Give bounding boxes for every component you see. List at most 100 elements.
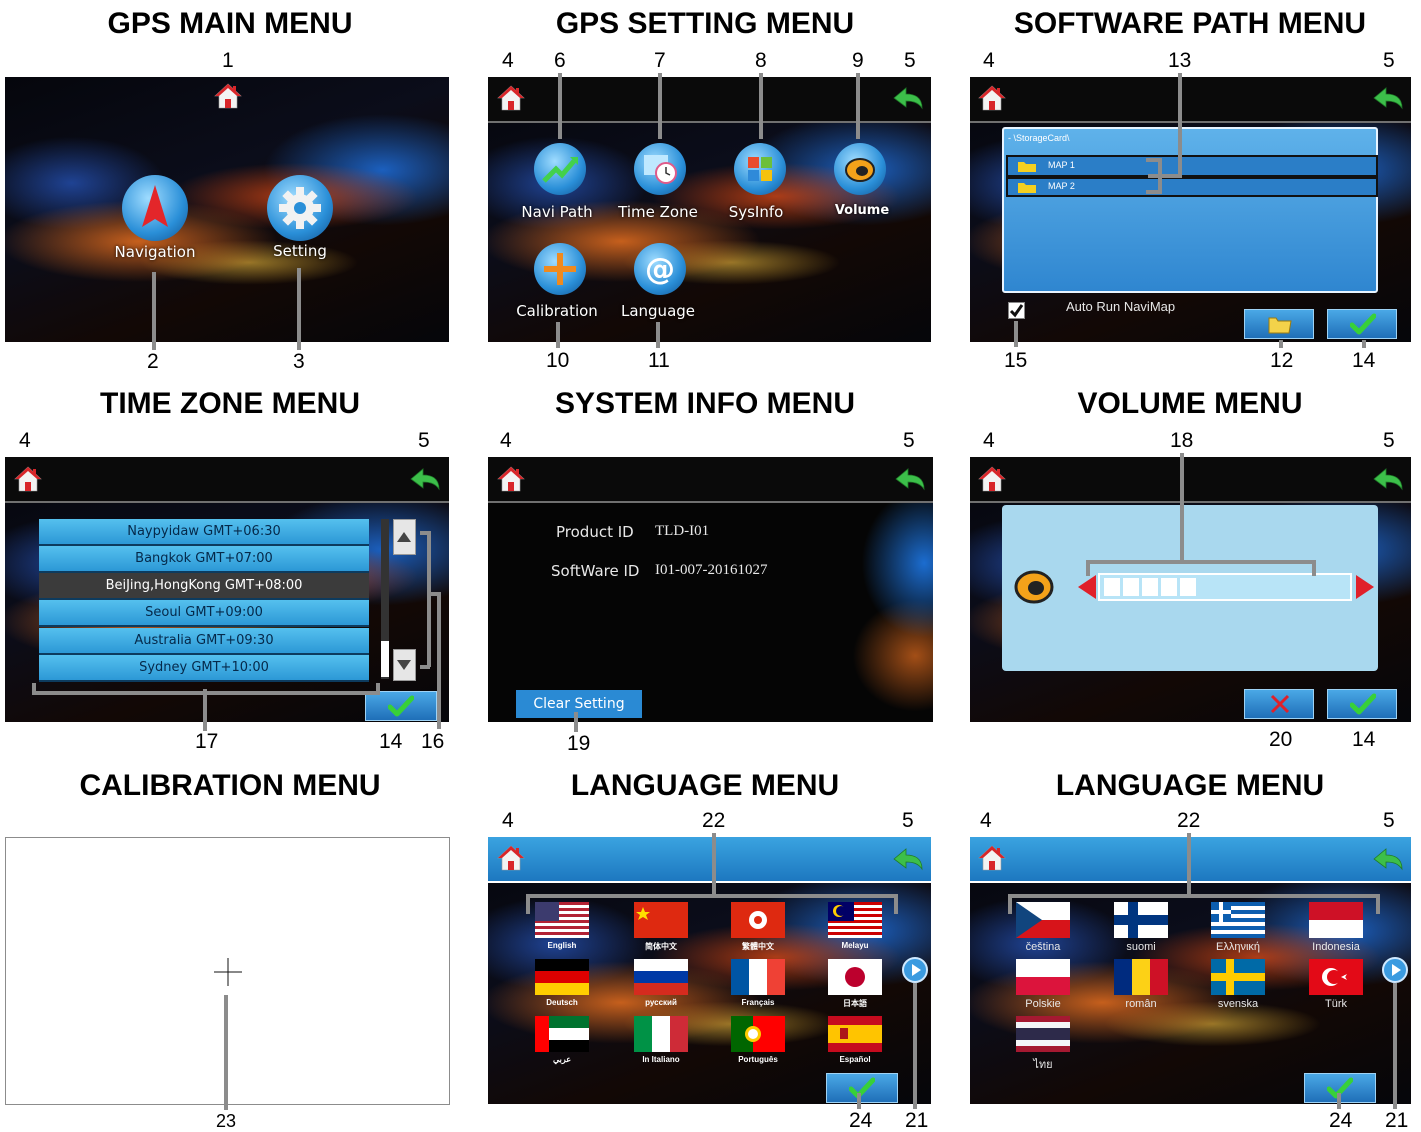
time-zone-button[interactable] — [634, 143, 686, 195]
language-label: Deutsch — [546, 998, 578, 1007]
leader-line — [857, 1093, 861, 1109]
home-icon[interactable] — [978, 84, 1006, 112]
sysinfo-label: SysInfo — [728, 203, 784, 221]
header-bar — [488, 77, 931, 123]
callout-8: 8 — [755, 49, 767, 72]
check-icon — [1350, 693, 1376, 715]
volume-down-arrow-icon[interactable] — [1076, 573, 1098, 601]
time-zone-item[interactable]: Naypyidaw GMT+06:30 — [39, 519, 369, 546]
scrollbar-thumb[interactable] — [381, 641, 389, 677]
check-icon — [849, 1077, 875, 1099]
volume-up-arrow-icon[interactable] — [1354, 573, 1376, 601]
leader-line — [1180, 453, 1184, 561]
callout-22: 22 — [702, 809, 726, 832]
language-option[interactable]: 日本語 — [828, 959, 882, 1010]
leader-line — [856, 73, 860, 139]
scrollbar-track[interactable] — [381, 519, 389, 679]
time-zone-item[interactable]: Seoul GMT+09:00 — [39, 600, 369, 627]
leader-line — [1014, 321, 1018, 347]
setting-button[interactable] — [267, 175, 333, 241]
language-option[interactable]: عربي — [535, 1016, 589, 1067]
scroll-down-button[interactable] — [393, 649, 416, 681]
confirm-button[interactable] — [1327, 689, 1397, 719]
folder-icon — [1018, 183, 1036, 193]
callout-2: 2 — [147, 350, 159, 373]
next-page-icon[interactable] — [902, 957, 928, 983]
language-option[interactable]: Português — [731, 1016, 785, 1067]
map-folder-label: MAP 2 — [1048, 181, 1075, 191]
language-label: 日本語 — [843, 999, 867, 1008]
language-button[interactable]: @ — [634, 243, 686, 295]
back-arrow-icon[interactable] — [892, 86, 924, 110]
folder-icon — [1018, 162, 1036, 172]
back-arrow-icon[interactable] — [1372, 847, 1404, 871]
bracket-marker — [1008, 894, 1380, 914]
language-label: Polskie — [1025, 998, 1061, 1010]
callout-6: 6 — [554, 49, 566, 72]
leader-line — [759, 73, 763, 139]
back-arrow-icon[interactable] — [1372, 86, 1404, 110]
navi-path-button[interactable] — [534, 143, 586, 195]
scroll-up-button[interactable] — [393, 519, 416, 555]
home-icon[interactable] — [497, 844, 525, 872]
volume-slider[interactable] — [1098, 573, 1352, 601]
language-label: 繁體中文 — [742, 942, 774, 951]
home-icon[interactable] — [978, 844, 1006, 872]
time-zone-item[interactable]: Australia GMT+09:30 — [39, 628, 369, 655]
volume-segment — [1123, 578, 1139, 596]
callout-5: 5 — [418, 429, 430, 452]
crosshair-icon[interactable] — [214, 958, 242, 986]
back-arrow-icon[interactable] — [892, 847, 924, 871]
at-sign-icon: @ — [645, 252, 675, 287]
sysinfo-button[interactable] — [734, 143, 786, 195]
callout-24: 24 — [849, 1109, 873, 1132]
language-option[interactable]: svenska — [1211, 959, 1265, 1010]
language-option[interactable]: Polskie — [1016, 959, 1070, 1010]
map-folder-row[interactable]: MAP 1 — [1006, 155, 1378, 177]
auto-run-checkbox[interactable] — [1008, 302, 1025, 319]
volume-segment — [1142, 578, 1158, 596]
time-zone-item[interactable]: Bangkok GMT+07:00 — [39, 546, 369, 573]
language-option[interactable]: In Italiano — [634, 1016, 688, 1067]
volume-panel — [1002, 505, 1378, 671]
navigation-button[interactable] — [122, 175, 188, 241]
home-icon[interactable] — [978, 465, 1006, 493]
title-time-zone-menu: TIME ZONE MENU — [100, 387, 360, 420]
language-option[interactable]: ไทย — [1016, 1016, 1070, 1071]
time-zone-item-selected[interactable]: BeiJing,HongKong GMT+08:00 — [39, 573, 369, 600]
cancel-button[interactable] — [1244, 689, 1314, 719]
volume-button[interactable] — [834, 143, 886, 195]
calibration-button[interactable] — [534, 243, 586, 295]
language-option[interactable]: русский — [634, 959, 688, 1010]
language-option[interactable]: român — [1114, 959, 1168, 1010]
next-page-icon[interactable] — [1382, 957, 1408, 983]
callout-5: 5 — [904, 49, 916, 72]
home-icon[interactable] — [14, 465, 42, 493]
confirm-button[interactable] — [365, 691, 437, 721]
home-icon[interactable] — [214, 82, 242, 110]
time-zone-item[interactable]: Sydney GMT+10:00 — [39, 655, 369, 682]
back-arrow-icon[interactable] — [409, 467, 441, 491]
home-icon[interactable] — [497, 465, 525, 493]
home-icon[interactable] — [497, 84, 525, 112]
browse-folder-button[interactable] — [1244, 309, 1314, 339]
clear-setting-button[interactable]: Clear Setting — [516, 690, 642, 718]
language-option[interactable]: Deutsch — [535, 959, 589, 1010]
callout-5: 5 — [902, 809, 914, 832]
callout-5: 5 — [1383, 429, 1395, 452]
leader-line — [152, 272, 156, 350]
callout-3: 3 — [293, 350, 305, 373]
language-option[interactable]: Español — [828, 1016, 882, 1067]
back-arrow-icon[interactable] — [1372, 467, 1404, 491]
bracket-marker — [1086, 560, 1316, 576]
confirm-button[interactable] — [826, 1073, 898, 1103]
callout-1: 1 — [222, 49, 234, 72]
confirm-button[interactable] — [1327, 309, 1397, 339]
callout-4: 4 — [502, 49, 514, 72]
screen-volume-menu — [970, 457, 1411, 722]
flag-icon — [634, 959, 688, 995]
back-arrow-icon[interactable] — [894, 467, 926, 491]
map-folder-row[interactable]: MAP 2 — [1006, 177, 1378, 197]
language-option[interactable]: Türk — [1309, 959, 1363, 1010]
language-option[interactable]: Français — [731, 959, 785, 1010]
